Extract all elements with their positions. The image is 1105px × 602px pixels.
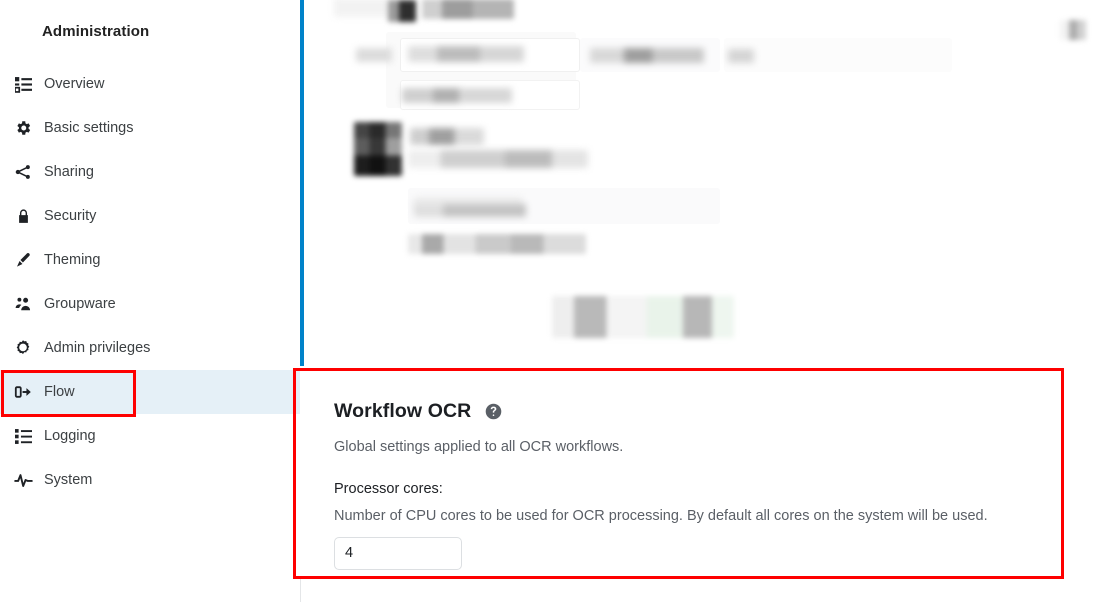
sidebar-item-label: Logging [44,427,96,444]
activity-icon [12,469,34,491]
processor-cores-label: Processor cores: [334,481,443,498]
sidebar-item-label: Security [44,207,97,224]
content-divider-line [300,578,301,602]
processor-cores-description: Number of CPU cores to be used for OCR p… [334,507,988,524]
sidebar-item-sharing[interactable]: Sharing [0,150,300,194]
sidebar-item-theming[interactable]: Theming [0,238,300,282]
paintbrush-icon [12,249,34,271]
list-details-icon [12,73,34,95]
sidebar-item-overview[interactable]: Overview [0,62,300,106]
sidebar-item-groupware[interactable]: Groupware [0,282,300,326]
sidebar-item-label: Sharing [44,163,94,180]
flow-exit-icon [12,381,34,403]
page-title: Workflow OCR [334,399,472,422]
sidebar-item-label: Admin privileges [44,339,151,356]
workflow-ocr-card: Workflow OCR Global settings applied to … [304,368,1064,579]
gear-icon [12,117,34,139]
gear-person-icon [12,337,34,359]
processor-cores-input[interactable] [334,536,462,570]
sidebar-item-basic-settings[interactable]: Basic settings [0,106,300,150]
sidebar-item-admin-privileges[interactable]: Admin privileges [0,326,300,370]
admin-settings-page: Administration Overview Basic settings S… [0,0,1105,602]
sidebar-item-system[interactable]: System [0,458,300,502]
share-icon [12,161,34,183]
sidebar-item-security[interactable]: Security [0,194,300,238]
sidebar-item-label: System [44,471,93,488]
settings-content: Workflow OCR Global settings applied to … [304,0,1105,602]
people-icon [12,293,34,315]
card-subtitle: Global settings applied to all OCR workf… [334,439,624,455]
card-header: Workflow OCR [334,398,1064,424]
sidebar-item-label: Groupware [44,295,116,312]
sidebar-title: Administration [42,22,150,40]
sidebar-item-logging[interactable]: Logging [0,414,300,458]
sidebar-item-flow[interactable]: Flow [0,370,300,414]
sidebar-item-label: Theming [44,251,101,268]
help-circle-icon[interactable] [485,403,502,420]
redacted-workflow-region [304,0,1105,360]
sidebar-item-label: Basic settings [44,119,134,136]
list-icon [12,425,34,447]
admin-sidebar: Administration Overview Basic settings S… [0,0,300,602]
sidebar-item-label: Flow [44,383,75,400]
sidebar-item-label: Overview [44,75,105,92]
lock-icon [12,205,34,227]
